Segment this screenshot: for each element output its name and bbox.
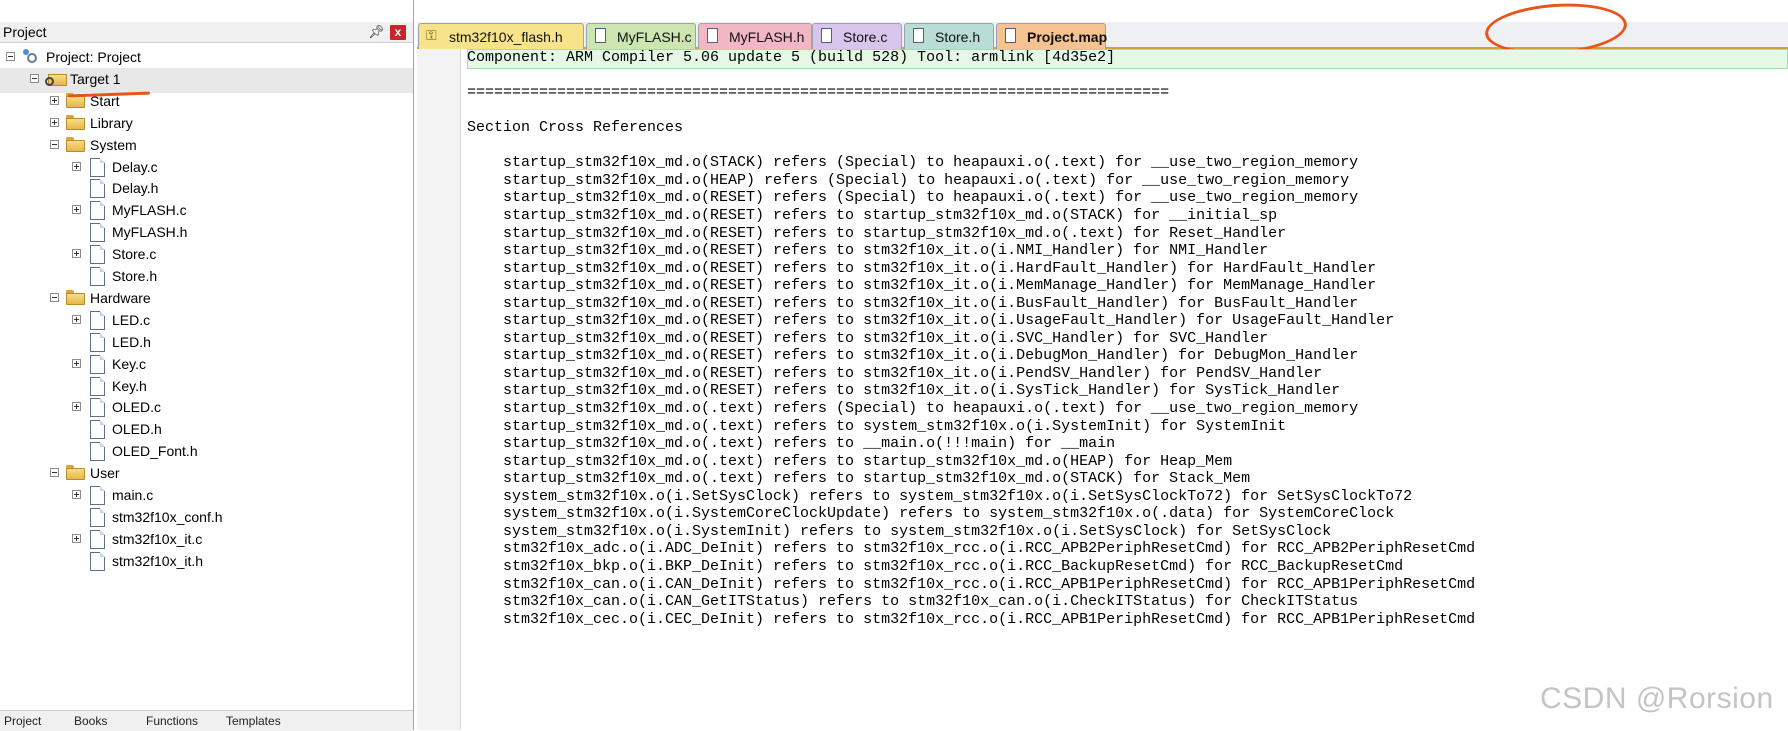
file-icon bbox=[90, 529, 105, 549]
file-icon bbox=[90, 223, 105, 243]
expand-icon[interactable] bbox=[72, 314, 81, 324]
folder-icon bbox=[66, 289, 86, 305]
editor-tab[interactable]: ⚿ stm32f10x_flash.h bbox=[418, 23, 584, 49]
file-icon bbox=[90, 354, 105, 374]
expand-icon[interactable] bbox=[72, 161, 81, 171]
tree-item-label: Delay.h bbox=[112, 180, 159, 197]
code-line: Section Cross References bbox=[467, 119, 684, 137]
file-icon bbox=[707, 28, 718, 43]
tree-item-label: stm32f10x_conf.h bbox=[112, 508, 223, 525]
tree-item-label: Library bbox=[90, 114, 133, 131]
project-panel-header: Project 📌︎ x bbox=[0, 22, 413, 43]
editor-tab[interactable]: Store.c bbox=[812, 23, 902, 49]
expand-icon[interactable] bbox=[72, 249, 81, 259]
collapse-icon[interactable] bbox=[50, 468, 59, 478]
collapse-icon[interactable] bbox=[50, 139, 59, 149]
file-icon bbox=[90, 245, 105, 265]
editor-tab-label: MyFLASH.h bbox=[729, 29, 805, 45]
project-panel: Project 📌︎ x Project: Project Target 1 Sta… bbox=[0, 0, 414, 731]
target-icon bbox=[45, 71, 68, 87]
expand-icon[interactable] bbox=[72, 490, 81, 499]
editor-area: ⚿ stm32f10x_flash.h MyFLASH.c MyFLASH.h Stor… bbox=[417, 0, 1788, 730]
project-icon bbox=[22, 48, 42, 67]
file-icon bbox=[90, 157, 105, 177]
file-icon bbox=[90, 310, 105, 330]
file-icon bbox=[821, 28, 832, 43]
expand-icon[interactable] bbox=[72, 205, 81, 215]
file-icon bbox=[90, 442, 105, 462]
file-icon bbox=[90, 267, 105, 286]
tree-item-label: Target 1 bbox=[70, 70, 121, 87]
file-icon bbox=[90, 420, 105, 440]
tree-item-label: User bbox=[90, 465, 120, 482]
file-icon bbox=[90, 507, 105, 527]
file-icon bbox=[90, 486, 105, 505]
editor-tab[interactable]: Project.map bbox=[996, 23, 1108, 49]
code-line: Component: ARM Compiler 5.06 update 5 (b… bbox=[467, 49, 1116, 66]
editor-tab-label: stm32f10x_flash.h bbox=[449, 29, 563, 45]
file-icon bbox=[90, 551, 105, 571]
file-icon bbox=[90, 201, 105, 221]
tree-item-label: Key.h bbox=[112, 377, 147, 394]
file-icon bbox=[1005, 28, 1016, 43]
folder-icon bbox=[66, 136, 86, 152]
code-view[interactable]: Component: ARM Compiler 5.06 update 5 (b… bbox=[467, 49, 1788, 730]
tree-item-label: Store.h bbox=[112, 268, 158, 284]
file-icon bbox=[595, 28, 606, 43]
folder-icon bbox=[66, 465, 86, 481]
file-icon bbox=[90, 332, 105, 352]
project-tree: Project: Project Target 1 Start Library Syst… bbox=[0, 46, 413, 710]
tree-item-label: Store.c bbox=[112, 246, 157, 263]
collapse-icon[interactable] bbox=[6, 52, 15, 61]
project-panel-title: Project bbox=[3, 24, 47, 40]
file-icon bbox=[913, 28, 924, 43]
expand-icon[interactable] bbox=[72, 533, 81, 543]
bottom-tab[interactable]: Functions bbox=[146, 714, 198, 731]
expand-icon[interactable] bbox=[72, 402, 81, 412]
tree-item-label: OLED.h bbox=[112, 421, 162, 438]
collapse-icon[interactable] bbox=[30, 73, 39, 83]
editor-tab[interactable]: MyFLASH.h bbox=[698, 23, 812, 49]
tree-item-label: LED.c bbox=[112, 311, 151, 328]
expand-icon[interactable] bbox=[50, 95, 59, 105]
editor-tab-label: Store.h bbox=[935, 29, 981, 45]
bottom-tab[interactable]: Project bbox=[4, 714, 41, 731]
tree-item-label: MyFLASH.h bbox=[112, 224, 188, 241]
code-line: stm32f10x_cec.o(i.CEC_DeInit) refers to … bbox=[467, 610, 1476, 628]
tree-item-label: OLED_Font.h bbox=[112, 443, 198, 460]
tree-item-label: main.c bbox=[112, 487, 154, 503]
tree-item-label: OLED.c bbox=[112, 399, 162, 416]
pin-icon[interactable]: 📌︎ bbox=[368, 24, 385, 40]
file-icon bbox=[90, 376, 105, 396]
bottom-tab[interactable]: Templates bbox=[226, 714, 281, 731]
tree-item-label: System bbox=[90, 136, 137, 153]
tree-item-label: stm32f10x_it.c bbox=[112, 530, 203, 547]
editor-tab-label: MyFLASH.c bbox=[617, 29, 692, 45]
folder-icon bbox=[66, 114, 86, 130]
editor-tab-label: Project.map bbox=[1027, 29, 1108, 45]
editor-tab[interactable]: Store.h bbox=[904, 23, 994, 49]
editor-tab-label: Store.c bbox=[843, 29, 888, 45]
tree-item-label: Key.c bbox=[112, 355, 146, 372]
editor-gutter bbox=[417, 49, 461, 730]
tree-item-label: Project: Project bbox=[46, 49, 141, 65]
key-icon: ⚿ bbox=[426, 27, 437, 43]
tree-item[interactable]: stm32f10x_it.h bbox=[0, 550, 413, 575]
tree-item-label: Hardware bbox=[90, 289, 151, 306]
tree-item-label: Delay.c bbox=[112, 158, 158, 175]
file-icon bbox=[90, 398, 105, 418]
tree-item-label: MyFLASH.c bbox=[112, 202, 187, 219]
tree-item-label: stm32f10x_it.h bbox=[112, 552, 204, 569]
code-line: ========================================… bbox=[467, 84, 1170, 102]
watermark: CSDN @Rorsion bbox=[1540, 682, 1774, 715]
tree-item-label: LED.h bbox=[112, 333, 151, 350]
file-icon bbox=[90, 179, 105, 199]
expand-icon[interactable] bbox=[72, 358, 81, 368]
close-panel-button[interactable]: x bbox=[390, 25, 406, 40]
panel-bottom-tabs: Project Books Functions Templates bbox=[0, 710, 413, 731]
editor-tab[interactable]: MyFLASH.c bbox=[586, 23, 696, 49]
expand-icon[interactable] bbox=[50, 117, 59, 127]
bottom-tab[interactable]: Books bbox=[74, 714, 107, 731]
collapse-icon[interactable] bbox=[50, 292, 59, 302]
